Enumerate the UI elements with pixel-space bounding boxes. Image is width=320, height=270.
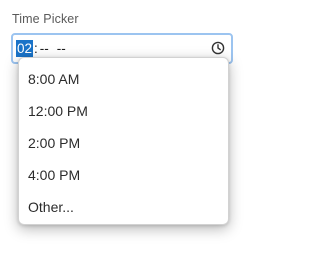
time-options-dropdown: 8:00 AM 12:00 PM 2:00 PM 4:00 PM Other..…: [18, 57, 229, 225]
minute-segment[interactable]: --: [40, 41, 49, 56]
option-2pm[interactable]: 2:00 PM: [19, 127, 228, 159]
field-label: Time Picker: [12, 12, 79, 26]
clock-icon[interactable]: [211, 41, 225, 55]
ampm-segment[interactable]: --: [57, 41, 66, 56]
option-4pm[interactable]: 4:00 PM: [19, 159, 228, 191]
time-picker-widget: Time Picker 02: -- -- 8:00 AM 12:00 PM 2:…: [0, 0, 267, 270]
option-other[interactable]: Other...: [19, 191, 228, 223]
option-12pm[interactable]: 12:00 PM: [19, 95, 228, 127]
option-8am[interactable]: 8:00 AM: [19, 63, 228, 95]
hour-segment[interactable]: 02: [16, 40, 34, 57]
time-separator: :: [34, 41, 38, 56]
